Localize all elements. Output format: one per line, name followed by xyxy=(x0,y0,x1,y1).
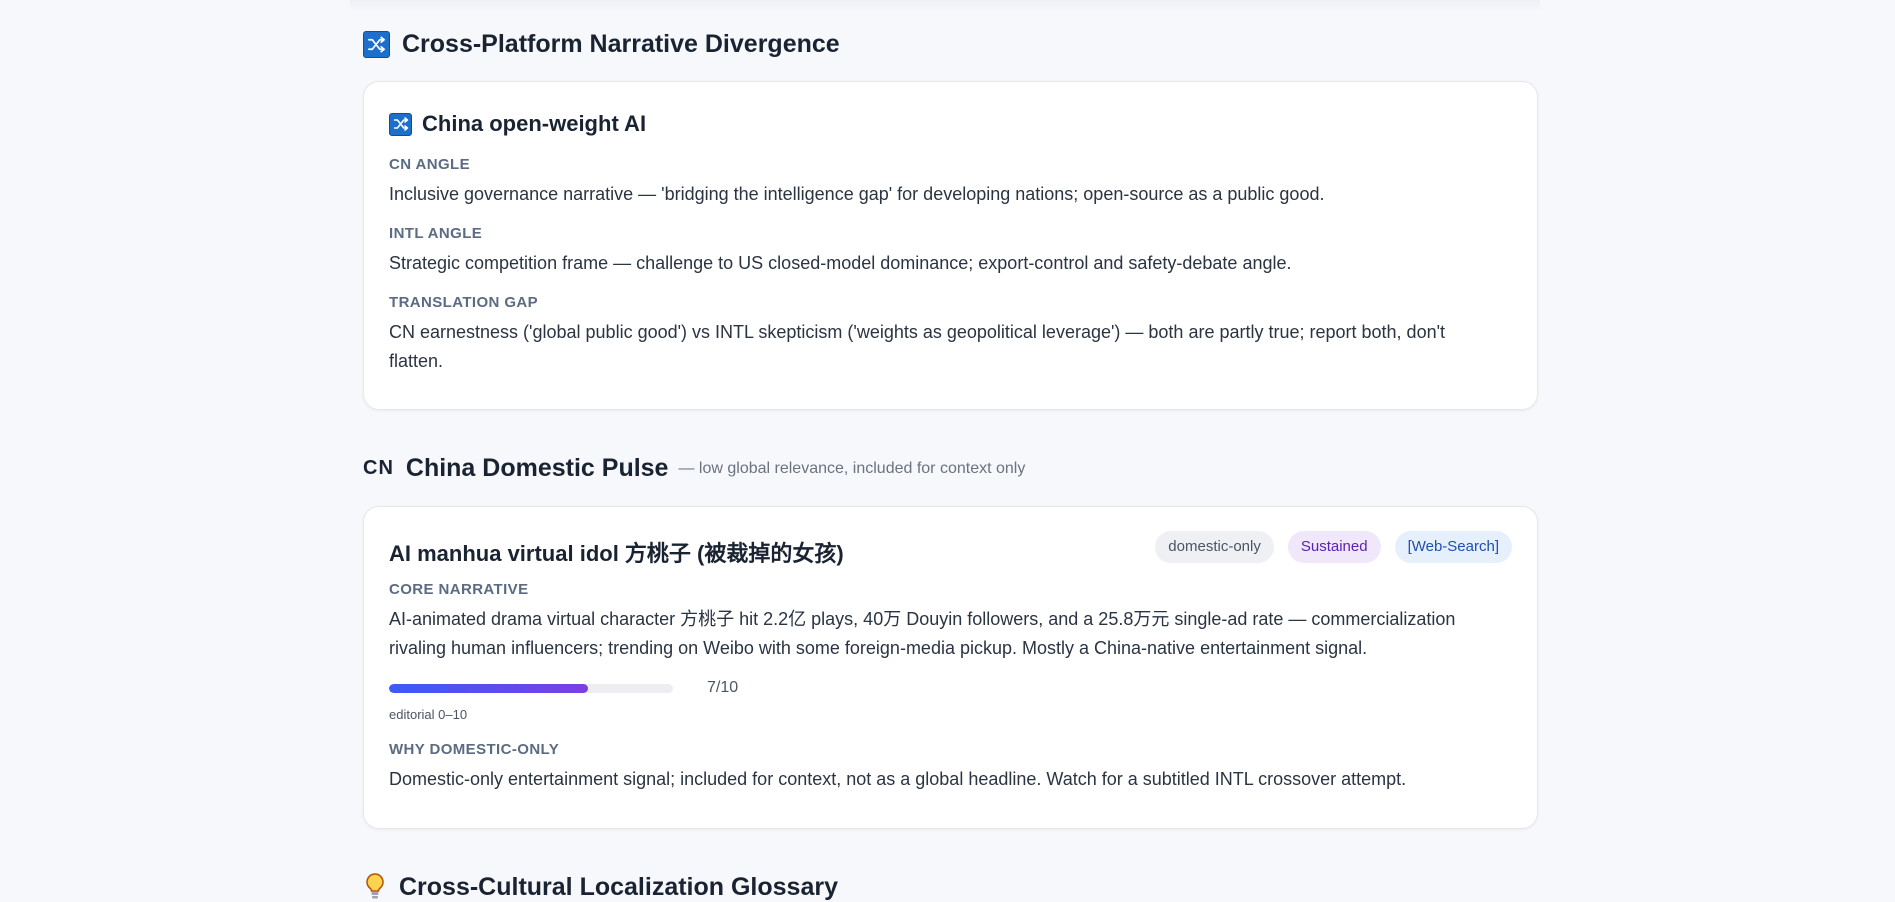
divergence-section-header: Cross-Platform Narrative Divergence xyxy=(363,30,840,59)
section-title: China Domestic Pulse xyxy=(405,454,669,482)
intl-angle-label: INTL ANGLE xyxy=(389,225,483,242)
shuffle-icon xyxy=(363,31,390,58)
editorial-score-fill xyxy=(389,684,588,693)
editorial-score-bar xyxy=(389,684,673,693)
divergence-card: China open-weight AI CN ANGLE Inclusive … xyxy=(363,81,1538,410)
translation-gap-label: TRANSLATION GAP xyxy=(389,294,539,311)
card-title: China open-weight AI xyxy=(422,111,647,136)
core-narrative-text: AI-animated drama virtual character 方桃子 … xyxy=(389,609,1456,658)
why-domestic-text: Domestic-only entertainment signal; incl… xyxy=(389,769,1407,789)
translation-gap-text: CN earnestness ('global public good') vs… xyxy=(389,322,1446,371)
domestic-section-header: CN China Domestic Pulse — low global rel… xyxy=(363,454,1025,483)
core-narrative-label: CORE NARRATIVE xyxy=(389,581,529,598)
section-note: — low global relevance, included for con… xyxy=(678,459,1026,477)
cn-angle-text: Inclusive governance narrative — 'bridgi… xyxy=(389,184,1325,204)
cn-tag: CN xyxy=(363,457,394,479)
tag-list: domestic-only Sustained [Web-Search] xyxy=(1155,531,1512,563)
intl-angle-text: Strategic competition frame — challenge … xyxy=(389,253,1292,273)
shuffle-icon xyxy=(389,112,412,136)
editorial-score-value: 7/10 xyxy=(707,679,739,696)
top-shadow xyxy=(350,0,1540,12)
why-domestic-label: WHY DOMESTIC-ONLY xyxy=(389,741,560,758)
glossary-section-header: Cross-Cultural Localization Glossary xyxy=(363,872,838,902)
tag-sustained: Sustained xyxy=(1287,531,1381,563)
tag-web-search: [Web-Search] xyxy=(1394,531,1512,563)
section-title: Cross-Cultural Localization Glossary xyxy=(399,872,838,901)
card-title: AI manhua virtual idol 方桃子 (被裁掉的女孩) xyxy=(389,541,844,566)
editorial-score-note: editorial 0–10 xyxy=(389,707,468,722)
section-title: Cross-Platform Narrative Divergence xyxy=(402,30,840,58)
domestic-card: AI manhua virtual idol 方桃子 (被裁掉的女孩) dome… xyxy=(363,506,1538,829)
tag-domestic-only: domestic-only xyxy=(1155,531,1274,563)
lightbulb-icon xyxy=(363,872,387,902)
card-title-row: China open-weight AI xyxy=(389,111,646,137)
cn-angle-label: CN ANGLE xyxy=(389,156,470,173)
